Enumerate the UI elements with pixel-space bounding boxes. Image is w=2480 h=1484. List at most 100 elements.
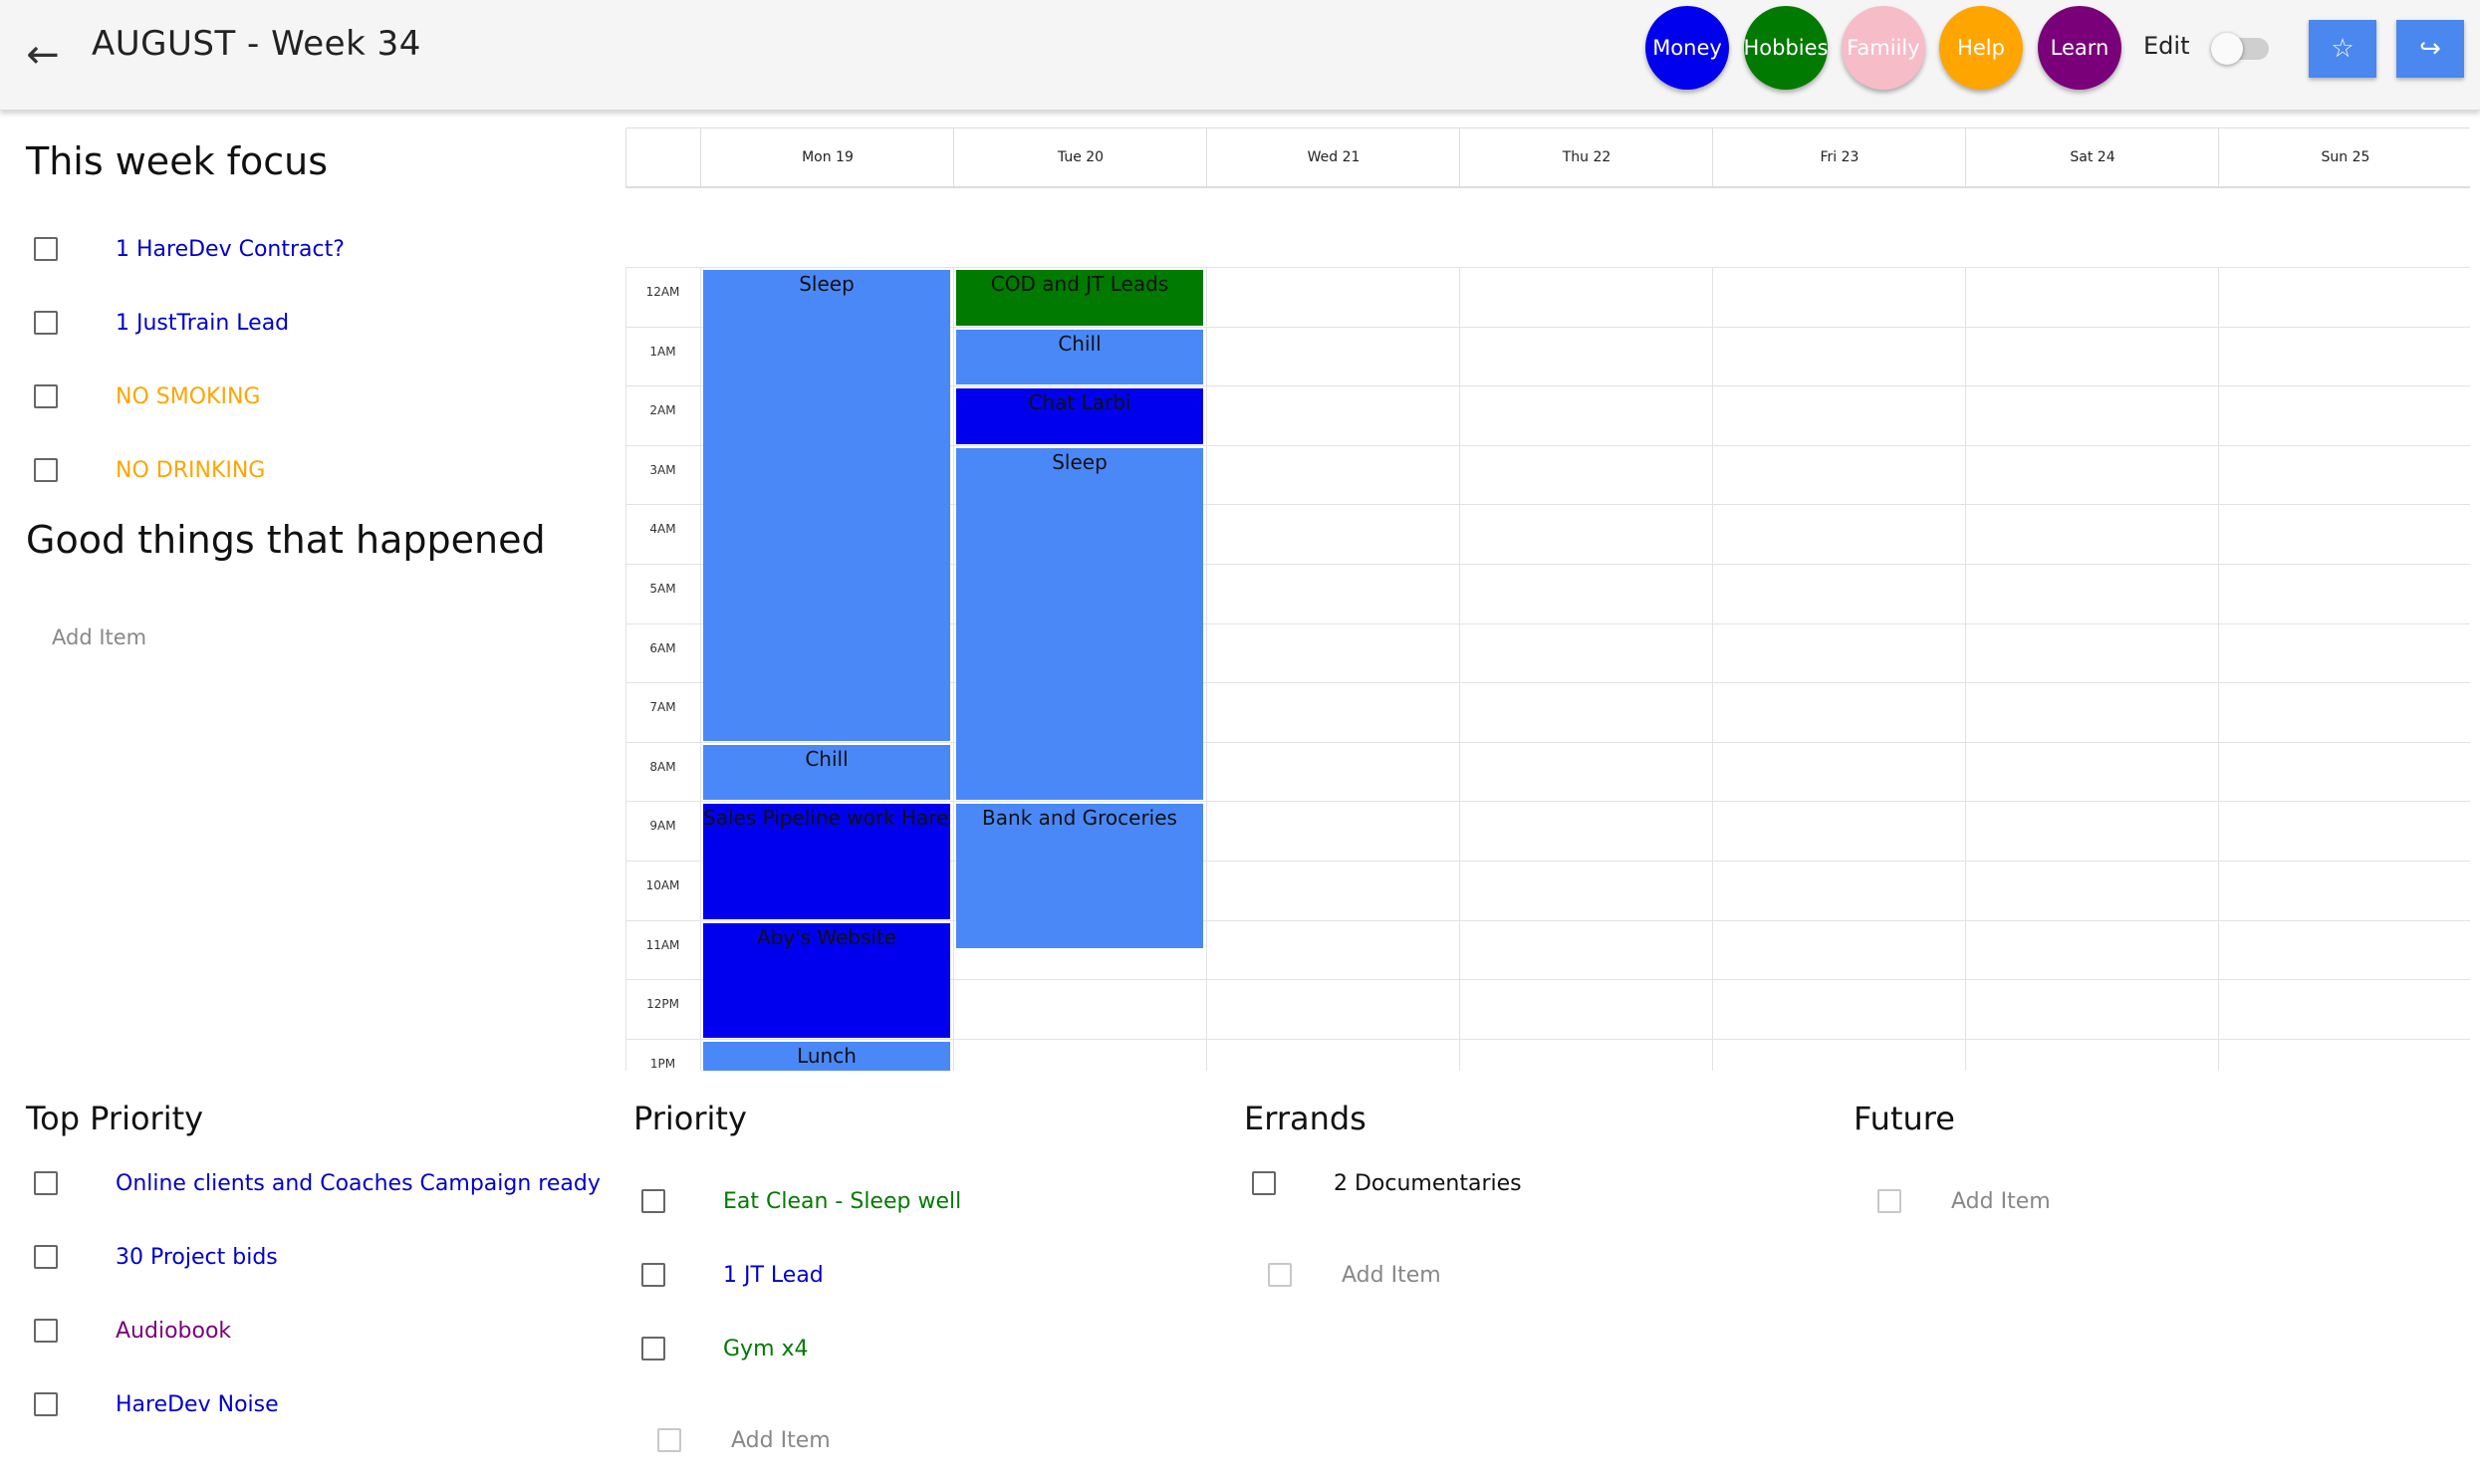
good-things-add-item[interactable]: Add Item — [52, 625, 146, 649]
focus-item-label[interactable]: NO SMOKING — [116, 384, 260, 409]
focus-item[interactable]: NO DRINKING — [34, 448, 265, 492]
calendar-event[interactable]: Chill — [703, 744, 950, 801]
priority-item[interactable]: Gym x4 — [641, 1327, 809, 1370]
day-header[interactable]: Fri 23 — [1712, 128, 1966, 186]
day-gridline — [625, 267, 626, 1071]
add-item-label[interactable]: Add Item — [1342, 1263, 1441, 1288]
focus-item[interactable]: 1 HareDev Contract? — [34, 227, 345, 271]
hour-label: 3AM — [649, 462, 676, 477]
priority-item[interactable]: 1 JT Lead — [641, 1253, 824, 1297]
day-gridline — [1965, 267, 1966, 1071]
app-header: ← AUGUST - Week 34 Money Hobbies Famiily… — [0, 0, 2480, 111]
top-priority-item[interactable]: HareDev Noise — [34, 1382, 279, 1426]
calendar-header: Mon 19 Tue 20 Wed 21 Thu 22 Fri 23 Sat 24 Sun … — [625, 127, 2470, 188]
checkbox[interactable] — [641, 1263, 665, 1287]
calendar-event[interactable]: Chill — [956, 329, 1203, 385]
hour-label: 1AM — [649, 344, 676, 359]
category-help-button[interactable]: Help — [1939, 6, 2023, 90]
category-money-button[interactable]: Money — [1645, 6, 1729, 90]
checkbox[interactable] — [34, 1392, 58, 1416]
calendar-event[interactable]: Sleep — [703, 270, 950, 741]
checkbox[interactable] — [1877, 1189, 1901, 1213]
add-item-label[interactable]: Add Item — [1951, 1189, 2051, 1214]
priority-item[interactable]: Eat Clean - Sleep well — [641, 1179, 961, 1223]
focus-item-label[interactable]: 1 JustTrain Lead — [116, 311, 289, 336]
hour-gridline — [625, 1038, 2470, 1040]
calendar-event[interactable]: Bank and Groceries — [956, 804, 1203, 949]
calendar-event[interactable]: Chat Larbi — [956, 388, 1203, 444]
checkbox[interactable] — [34, 1245, 58, 1269]
priority-item-label[interactable]: Eat Clean - Sleep well — [723, 1189, 961, 1214]
day-header[interactable]: Tue 20 — [953, 128, 1207, 186]
top-priority-item[interactable]: 30 Project bids — [34, 1235, 278, 1279]
hour-label: 4AM — [649, 522, 676, 537]
calendar-event[interactable]: Sleep — [956, 447, 1203, 801]
checkbox[interactable] — [641, 1337, 665, 1360]
focus-item-label[interactable]: 1 HareDev Contract? — [116, 237, 345, 262]
checkbox[interactable] — [641, 1189, 665, 1213]
category-learn-button[interactable]: Learn — [2038, 6, 2121, 90]
category-hobbies-button[interactable]: Hobbies — [1744, 6, 1829, 90]
checkbox[interactable] — [34, 237, 58, 261]
add-item-label[interactable]: Add Item — [731, 1428, 831, 1453]
top-priority-item[interactable]: Online clients and Coaches Campaign read… — [34, 1161, 601, 1205]
day-gridline — [1712, 267, 1713, 1071]
exit-button[interactable]: ↪ — [2396, 20, 2464, 78]
day-header[interactable]: Wed 21 — [1206, 128, 1460, 186]
errands-title: Errands — [1244, 1100, 1366, 1137]
checkbox[interactable] — [34, 458, 58, 482]
errands-add-item[interactable]: Add Item — [1268, 1253, 1441, 1297]
back-arrow-icon[interactable]: ← — [18, 30, 68, 80]
day-header[interactable]: Sun 25 — [2218, 128, 2470, 186]
hour-gridline — [625, 267, 2470, 268]
edit-toggle[interactable] — [2211, 33, 2269, 65]
hour-label: 8AM — [649, 759, 676, 774]
calendar-event[interactable]: COD and JT Leads — [956, 270, 1203, 326]
hour-label: 6AM — [649, 640, 676, 655]
focus-item-label[interactable]: NO DRINKING — [116, 458, 265, 483]
checkbox[interactable] — [657, 1428, 681, 1452]
favorite-button[interactable]: ☆ — [2309, 20, 2376, 78]
hour-gridline — [625, 741, 2470, 743]
top-priority-item-label[interactable]: 30 Project bids — [116, 1245, 278, 1270]
day-header[interactable]: Thu 22 — [1459, 128, 1713, 186]
calendar-event[interactable]: Aby's Website — [703, 922, 950, 1038]
week-calendar: Mon 19 Tue 20 Wed 21 Thu 22 Fri 23 Sat 24 Sun … — [625, 127, 2470, 1071]
calendar-grid[interactable]: 12AM 1AM 2AM 3AM 4AM 5AM 6AM 7AM 8AM 9AM 10AM 11AM 1… — [625, 267, 2470, 1071]
category-family-button[interactable]: Famiily — [1842, 6, 1925, 90]
day-header[interactable]: Mon 19 — [700, 128, 954, 186]
top-priority-item-label[interactable]: Audiobook — [116, 1319, 231, 1344]
errands-item-label[interactable]: 2 Documentaries — [1334, 1171, 1522, 1196]
day-header[interactable]: Sat 24 — [1965, 128, 2219, 186]
checkbox[interactable] — [1268, 1263, 1292, 1287]
priority-item-label[interactable]: 1 JT Lead — [723, 1263, 824, 1288]
calendar-event[interactable]: Lunch — [703, 1041, 950, 1071]
hour-label: 1PM — [649, 1056, 676, 1071]
hour-label: 10AM — [645, 878, 680, 892]
page-title: AUGUST - Week 34 — [92, 24, 421, 64]
top-priority-item-label[interactable]: HareDev Noise — [116, 1392, 279, 1417]
day-gridline — [1206, 267, 1207, 1071]
focus-item[interactable]: NO SMOKING — [34, 374, 260, 418]
hour-label: 5AM — [649, 582, 676, 596]
errands-item[interactable]: 2 Documentaries — [1252, 1161, 1522, 1205]
priority-add-item[interactable]: Add Item — [657, 1418, 831, 1462]
checkbox[interactable] — [34, 1171, 58, 1195]
hour-label: 12PM — [646, 997, 679, 1012]
priority-title: Priority — [633, 1100, 747, 1137]
focus-item[interactable]: 1 JustTrain Lead — [34, 301, 289, 345]
focus-title: This week focus — [26, 139, 329, 183]
calendar-event[interactable]: Sales Pipeline work HareDev — [703, 804, 950, 919]
checkbox[interactable] — [34, 311, 58, 335]
checkbox[interactable] — [34, 384, 58, 408]
future-add-item[interactable]: Add Item — [1877, 1179, 2051, 1223]
hour-label: 9AM — [649, 819, 676, 834]
checkbox[interactable] — [34, 1319, 58, 1343]
top-priority-item-label[interactable]: Online clients and Coaches Campaign read… — [116, 1171, 601, 1196]
checkbox[interactable] — [1252, 1171, 1276, 1195]
hour-label: 7AM — [649, 700, 676, 715]
toggle-knob[interactable] — [2211, 33, 2243, 65]
day-gridline — [953, 267, 954, 1071]
priority-item-label[interactable]: Gym x4 — [723, 1337, 809, 1361]
top-priority-item[interactable]: Audiobook — [34, 1309, 231, 1353]
